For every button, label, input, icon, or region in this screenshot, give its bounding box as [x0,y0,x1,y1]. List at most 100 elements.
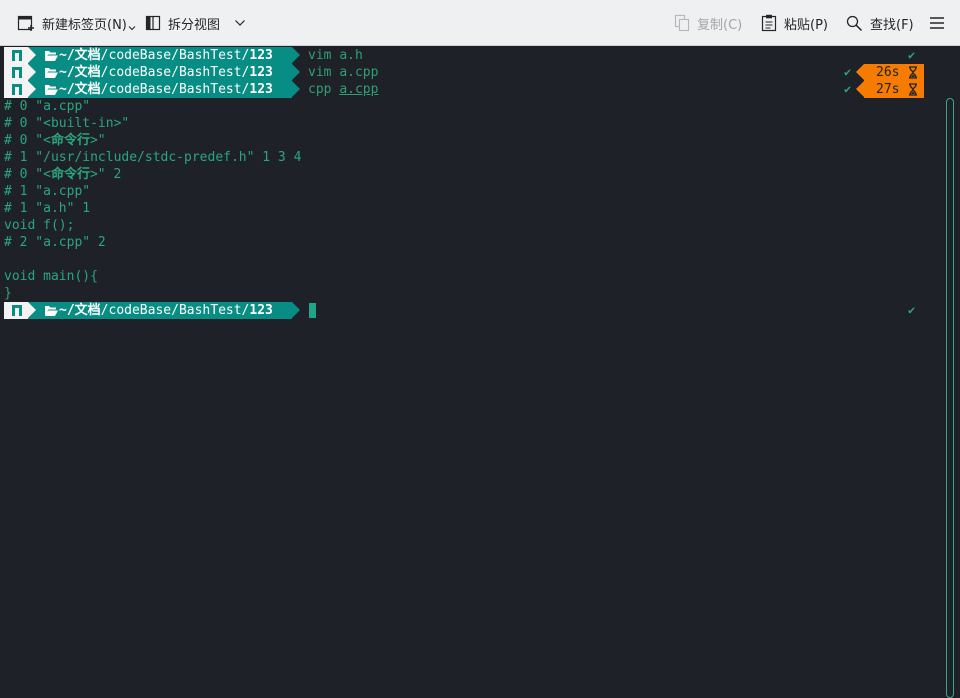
text-cursor[interactable] [309,303,316,318]
command-arg: a.cpp [339,82,379,97]
execution-time-badge: 26s [864,64,924,81]
output-text: # 0 "<built-in>" [4,116,130,131]
segment-separator [856,64,864,80]
paste-button[interactable]: 粘贴(P) [761,0,828,46]
execution-time-badge: 27s [864,81,924,98]
output-text: >" 2 [89,167,122,182]
status-check-icon: ✔ [844,82,852,96]
path-cjk: 文档 [74,82,101,97]
segment-separator [856,81,864,97]
output-text: } [4,286,12,301]
output-line: # 1 "/usr/include/stdc-predef.h" 1 3 4 [4,149,301,166]
path-dir: 123 [249,303,273,318]
segment-separator [28,81,36,97]
segment-separator [28,64,36,80]
output-text: void main(){ [4,269,98,284]
output-text: # 1 "a.h" 1 [4,201,91,216]
output-line: # 1 "a.h" 1 [4,200,90,217]
command-name: vim [308,65,332,80]
history-prompt-line: ~/文档/codeBase/BashTest/123 vim a.h ✔ [0,47,960,64]
execution-time: 27s [876,82,900,97]
copy-icon [674,14,690,32]
path-mid: /codeBase/BashTest/ [100,303,250,318]
find-button[interactable]: 查找(F) [846,0,914,46]
distro-logo-icon [12,84,22,95]
output-text: # 2 "a.cpp" 2 [4,235,106,250]
chevron-down-icon[interactable] [234,19,246,27]
path-cjk: 文档 [74,65,101,80]
terminal-view[interactable]: ~/文档/codeBase/BashTest/123 vim a.h ✔ ~/文… [0,46,960,698]
os-segment [4,81,28,98]
path-prefix: ~/ [59,82,75,97]
segment-separator [292,64,300,80]
output-text: # 1 "a.cpp" [4,184,91,199]
split-view-icon [145,15,161,31]
command-arg: a.h [339,48,363,63]
output-text: # 0 "< [4,167,51,182]
path-segment: ~/文档/codeBase/BashTest/123 [28,47,292,64]
copy-button[interactable]: 复制(C) [674,0,742,46]
output-text: # 0 "< [4,133,51,148]
status-check-icon: ✔ [908,303,916,317]
output-line: # 1 "a.cpp" [4,183,90,200]
segment-separator [28,47,36,63]
output-text: void f(); [4,218,75,233]
distro-logo-icon [12,67,22,78]
new-tab-icon [17,14,35,32]
segment-separator [28,302,36,318]
history-prompt-line: ~/文档/codeBase/BashTest/123 cpp a.cpp ✔ 2… [0,81,960,98]
search-icon [846,15,863,32]
new-tab-button[interactable]: 新建标签页(N) [17,0,136,46]
os-segment [4,302,28,319]
path-mid: /codeBase/BashTest/ [100,82,250,97]
status-check-icon: ✔ [844,65,852,79]
output-text: 命令行 [50,167,90,182]
current-prompt-line: ~/文档/codeBase/BashTest/123 ✔ [0,302,960,319]
path-cjk: 文档 [74,48,101,63]
history-command: vim a.h [308,47,363,64]
folder-open-icon [45,51,58,61]
path-prefix: ~/ [59,303,75,318]
history-command: cpp a.cpp [308,81,378,98]
split-view-button[interactable]: 拆分视图 [145,0,246,46]
output-text: 命令行 [50,133,90,148]
main-menu-button[interactable] [929,0,945,46]
output-text: # 1 "/usr/include/stdc-predef.h" 1 3 4 [4,150,302,165]
history-prompt-line: ~/文档/codeBase/BashTest/123 vim a.cpp ✔ 2… [0,64,960,81]
path-dir: 123 [249,48,273,63]
hourglass-icon [909,66,917,79]
path-segment: ~/文档/codeBase/BashTest/123 [28,302,292,319]
paste-label: 粘贴(P) [784,17,828,33]
output-line: void main(){ [4,268,98,285]
path-dir: 123 [249,82,273,97]
output-line: # 0 "<命令行>" [4,132,106,149]
execution-time: 26s [876,65,900,80]
folder-open-icon [45,306,58,316]
output-line: # 0 "<built-in>" [4,115,129,132]
history-command: vim a.cpp [308,64,378,81]
path-prefix: ~/ [59,48,75,63]
copy-label: 复制(C) [697,17,743,33]
folder-open-icon [45,68,58,78]
status-check-icon: ✔ [908,48,916,62]
folder-open-icon [45,85,58,95]
segment-separator [292,81,300,97]
path-mid: /codeBase/BashTest/ [100,48,250,63]
distro-logo-icon [12,305,22,316]
hamburger-menu-icon [929,16,945,30]
paste-icon [761,14,777,32]
path-segment: ~/文档/codeBase/BashTest/123 [28,81,292,98]
path-segment: ~/文档/codeBase/BashTest/123 [28,64,292,81]
output-line: } [4,285,12,302]
split-view-label: 拆分视图 [168,17,221,33]
path-mid: /codeBase/BashTest/ [100,65,250,80]
chevron-down-icon[interactable] [128,25,136,31]
output-text: >" [89,133,106,148]
hourglass-icon [909,83,917,96]
segment-separator [292,302,300,318]
output-line: # 0 "<命令行>" 2 [4,166,121,183]
command-name: vim [308,48,332,63]
output-line: # 2 "a.cpp" 2 [4,234,106,251]
find-label: 查找(F) [870,17,914,33]
scrollbar[interactable] [946,98,954,698]
